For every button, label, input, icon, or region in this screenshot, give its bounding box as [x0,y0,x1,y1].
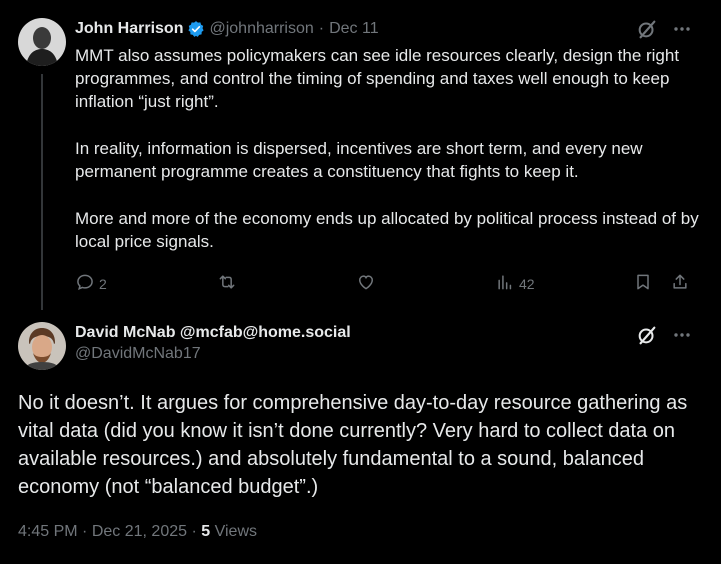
tweet1-top-icons [636,18,692,45]
tweet2-time[interactable]: 4:45 PM [18,523,78,540]
tweet1-paragraph: MMT also assumes policymakers can see id… [75,46,680,111]
retweet-icon [217,272,237,295]
tweet1-action-bar: 2 42 [75,270,695,298]
tweet2-top-icons [636,324,692,351]
grok-icon[interactable] [636,18,658,45]
reply-icon [75,272,95,295]
bookmark-button[interactable] [633,272,653,295]
tweet1-handle[interactable]: @johnharrison [209,20,313,38]
tweet2-views-label: Views [214,523,257,540]
tweet1-paragraph: More and more of the economy ends up all… [75,209,699,251]
tweet1-header: John Harrison @johnharrison · Dec 11 [75,18,379,40]
avatar-david-mcnab[interactable] [18,322,66,370]
tweet1-author-name[interactable]: John Harrison [75,20,183,38]
tweet2-author-name[interactable]: David McNab @mcfab@home.social [75,324,351,342]
meta-separator: · [82,523,88,540]
retweet-button[interactable] [217,272,237,295]
more-icon[interactable] [672,325,692,350]
more-icon[interactable] [672,19,692,44]
share-button[interactable] [670,272,690,295]
thread-connector-line [41,74,43,310]
views-button[interactable]: 42 [495,272,535,295]
grok-icon[interactable] [636,324,658,351]
verified-badge-icon [187,20,205,38]
views-icon [495,272,515,295]
tweet1-date[interactable]: Dec 11 [329,20,379,38]
tweet2-views-count: 5 [201,523,211,540]
views-count: 42 [519,275,535,292]
reply-count: 2 [99,275,107,292]
bookmark-icon [633,272,653,295]
share-icon [670,272,690,295]
tweet2-text: No it doesn’t. It argues for comprehensi… [18,392,688,498]
meta-separator: · [191,523,197,540]
tweet2-date[interactable]: Dec 21, 2025 [92,523,187,540]
tweet1-text: MMT also assumes policymakers can see id… [75,44,700,253]
tweet2-handle[interactable]: @DavidMcNab17 [75,345,351,363]
tweet2-header: David McNab @mcfab@home.social @DavidMcN… [75,324,351,363]
tweet2-meta: 4:45 PM · Dec 21, 2025 · 5 Views [18,523,257,541]
tweet1-separator: · [318,20,325,37]
like-button[interactable] [356,272,376,295]
tweet1-paragraph: In reality, information is dispersed, in… [75,139,643,181]
like-icon [356,272,376,295]
reply-button[interactable]: 2 [75,272,107,295]
avatar-john-harrison[interactable] [18,18,66,66]
